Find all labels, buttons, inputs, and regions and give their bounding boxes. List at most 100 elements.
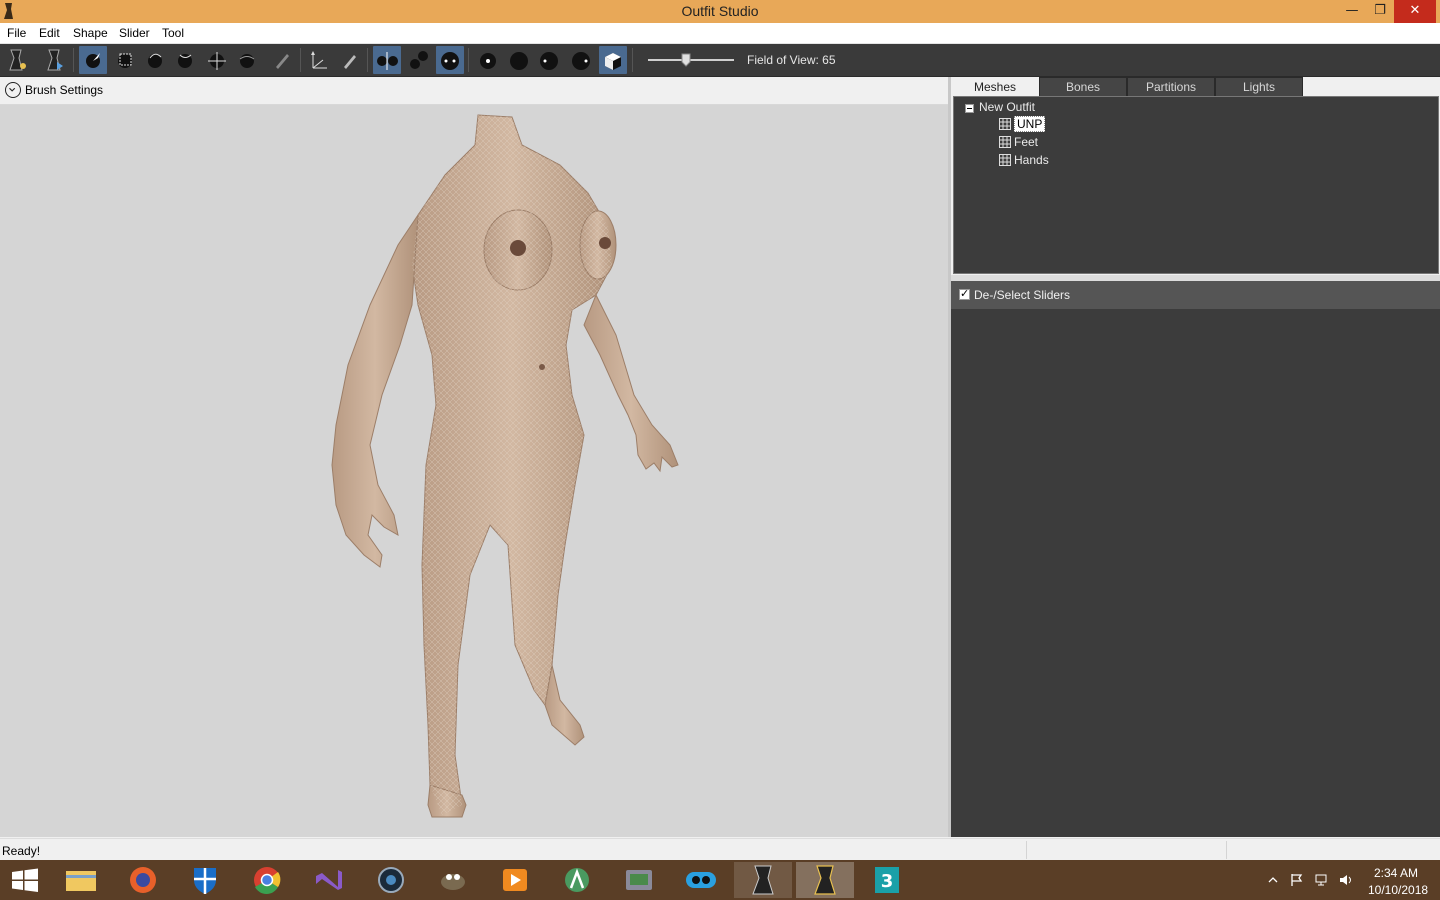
connected-icon [410, 51, 428, 69]
right-top-panel: Meshes Bones Partitions Lights New Outfi… [951, 77, 1440, 275]
select-brush-button[interactable] [79, 46, 107, 74]
weight-brush-button[interactable] [268, 46, 296, 74]
play-icon [503, 869, 527, 891]
windows-logo-icon [12, 868, 38, 892]
x-mirror-button[interactable] [373, 46, 401, 74]
outfit-studio-icon [814, 865, 836, 895]
brush-settings-label[interactable]: Brush Settings [25, 83, 103, 97]
folder-icon [66, 871, 96, 891]
mesh-figure [331, 114, 679, 818]
taskbar-media-player[interactable] [362, 862, 420, 898]
svg-text:3: 3 [881, 871, 894, 892]
title-bar: Outfit Studio — ❐ ✕ [0, 0, 1440, 23]
restore-button[interactable]: ❐ [1366, 0, 1394, 23]
load-project-button[interactable] [3, 46, 31, 74]
pen-icon [344, 55, 356, 69]
minimize-button[interactable]: — [1338, 0, 1366, 23]
paint-brush-icon [276, 54, 289, 69]
toggle-view-button[interactable] [599, 46, 627, 74]
show-vertices-button[interactable] [474, 46, 502, 74]
menu-edit[interactable]: Edit [39, 26, 60, 40]
speaker-icon[interactable] [1338, 873, 1354, 887]
connected-only-button[interactable] [405, 46, 433, 74]
menu-slider[interactable]: Slider [119, 26, 150, 40]
taskbar-defender[interactable] [176, 862, 234, 898]
field-of-view-label: Field of View: 65 [747, 53, 836, 67]
brush-settings-bar[interactable]: Brush Settings [0, 77, 948, 105]
close-button[interactable]: ✕ [1394, 0, 1436, 23]
flag-icon[interactable] [1290, 873, 1304, 887]
tree-item-feet[interactable]: Feet [999, 135, 1038, 149]
taskbar-gimp[interactable] [424, 862, 482, 898]
select-brush-icon [86, 53, 100, 68]
taskbar-android-studio[interactable] [548, 862, 606, 898]
smooth-brush-button[interactable] [233, 46, 261, 74]
deflate-brush-icon [178, 54, 192, 68]
tree-item-unp[interactable]: UNP [999, 116, 1046, 132]
wireframe-icon [510, 52, 528, 70]
taskbar-video-player[interactable] [486, 862, 544, 898]
3d-viewport[interactable] [0, 105, 948, 837]
menu-file[interactable]: File [7, 26, 26, 40]
monitor-icon [626, 870, 652, 890]
tree-root-label: New Outfit [979, 100, 1036, 114]
taskbar-file-explorer[interactable] [52, 862, 110, 898]
taskbar-chrome[interactable] [238, 862, 296, 898]
toggle-texture-button[interactable] [567, 46, 595, 74]
tab-lights[interactable]: Lights [1215, 77, 1303, 97]
gimp-icon [441, 874, 465, 890]
cloud-icon [686, 872, 716, 888]
toggle-lighting-button[interactable] [535, 46, 563, 74]
mask-brush-button[interactable] [111, 46, 139, 74]
tab-partitions[interactable]: Partitions [1127, 77, 1215, 97]
taskbar-visual-studio[interactable] [300, 862, 358, 898]
taskbar: 3 [0, 860, 1440, 900]
transform-button[interactable] [305, 46, 333, 74]
taskbar-photo-app[interactable] [672, 862, 730, 898]
chevron-down-icon[interactable] [5, 82, 21, 98]
select-sliders-checkbox[interactable] [959, 287, 970, 300]
move-brush-button[interactable] [203, 46, 231, 74]
deflate-brush-button[interactable] [171, 46, 199, 74]
field-of-view-slider[interactable] [648, 53, 734, 67]
menu-tool[interactable]: Tool [162, 26, 184, 40]
select-sliders-label[interactable]: De-/Select Sliders [974, 288, 1070, 302]
firefox-icon [130, 867, 156, 893]
menu-bar: File Edit Shape Slider Tool [0, 23, 1440, 44]
menu-shape[interactable]: Shape [73, 26, 108, 40]
clock-time[interactable]: 2:34 AM [1374, 866, 1418, 880]
taskbar-virtual-machine[interactable] [610, 862, 668, 898]
visual-studio-icon [316, 870, 342, 890]
taskbar-outfit-studio-2[interactable] [796, 862, 854, 898]
start-button[interactable] [0, 862, 50, 898]
global-brush-button[interactable] [436, 46, 464, 74]
reference-load-icon [47, 49, 63, 71]
outfit-load-icon [9, 49, 26, 71]
shield-icon [194, 868, 216, 894]
collapse-toggle[interactable] [965, 104, 974, 113]
clock-date[interactable]: 10/10/2018 [1368, 883, 1428, 897]
chevron-up-icon[interactable] [1268, 876, 1278, 884]
taskbar-firefox[interactable] [114, 862, 172, 898]
pivot-button[interactable] [335, 46, 363, 74]
mask-brush-icon [118, 53, 132, 68]
android-studio-icon [565, 868, 589, 892]
tree-item-hands[interactable]: Hands [999, 153, 1049, 167]
load-reference-button[interactable] [41, 46, 69, 74]
window-title: Outfit Studio [681, 3, 759, 19]
taskbar-3ds-max[interactable]: 3 [858, 862, 916, 898]
show-wireframe-button[interactable] [505, 46, 533, 74]
cube-icon [605, 53, 621, 70]
taskbar-outfit-studio-1[interactable] [734, 862, 792, 898]
mesh-tree: New Outfit UNP Feet Hands [953, 96, 1439, 274]
tab-bones[interactable]: Bones [1039, 77, 1127, 97]
tab-meshes[interactable]: Meshes [951, 77, 1039, 97]
chrome-icon [254, 867, 281, 894]
network-icon[interactable] [1314, 873, 1330, 887]
tree-root[interactable]: New Outfit [979, 100, 1035, 114]
mirror-icon [377, 52, 398, 70]
status-bar: Ready! [0, 838, 1440, 861]
smooth-brush-icon [239, 54, 255, 68]
inflate-brush-button[interactable] [141, 46, 169, 74]
3ds-max-icon: 3 [875, 867, 899, 893]
